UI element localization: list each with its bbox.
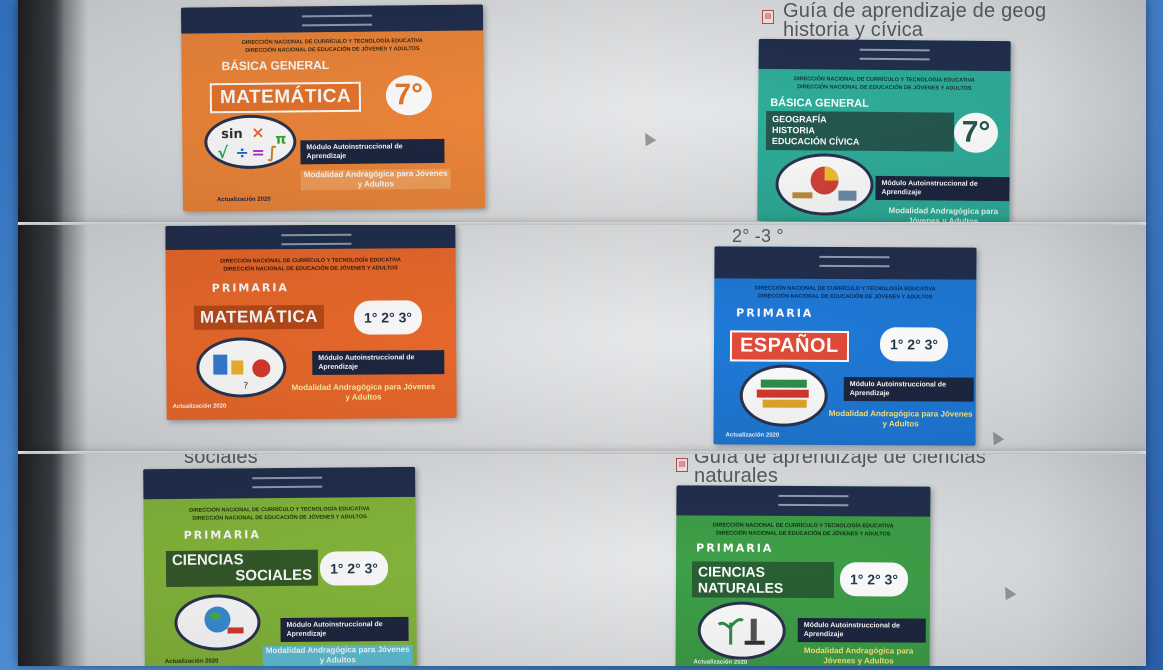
primaria-banner: PRIMARIA xyxy=(696,541,774,555)
institution-text: DIRECCIÓN NACIONAL DE CURRÍCULO Y TECNOL… xyxy=(241,38,423,54)
cover-header-bar xyxy=(143,466,416,500)
cover-header-bar xyxy=(758,38,1011,72)
module-label: Módulo Autoinstruccional de Aprendizaje xyxy=(280,616,409,642)
mouse-cursor-icon xyxy=(999,583,1017,601)
subject-title: CIENCIAS SOCIALES xyxy=(165,549,319,587)
caption-naturales: Guía de aprendizaje de ciencias naturale… xyxy=(694,454,986,487)
subject-title-line2: SOCIALES xyxy=(235,566,313,585)
subject-title-line1: CIENCIAS xyxy=(697,563,765,580)
cover-ciencias-sociales[interactable]: DIRECCIÓN NACIONAL DE CURRÍCULO Y TECNOL… xyxy=(143,466,417,666)
globe-scale-illustration xyxy=(775,153,874,216)
caption-espanol-grades: 2° -3 ° xyxy=(732,226,784,246)
svg-text:π: π xyxy=(275,131,286,147)
module-label: Módulo Autoinstruccional de Aprendizaje xyxy=(300,138,445,165)
primaria-banner: PRIMARIA xyxy=(211,281,289,295)
module-label: Módulo Autoinstruccional de Aprendizaje xyxy=(843,376,974,402)
math-symbols-illustration: sin × √ ÷ = ∫ π xyxy=(204,114,297,170)
caption-geografia: Guía de aprendizaje de geog historia y c… xyxy=(783,0,1047,41)
modality-label: Modalidad Andragógica para Jóvenes y Adu… xyxy=(803,646,914,666)
grade-numbers: 1° 2° 3° xyxy=(319,551,389,586)
mouse-cursor-icon xyxy=(987,428,1005,446)
plant-microscope-illustration xyxy=(697,601,786,660)
government-logo xyxy=(819,255,890,268)
institution-text: DIRECCIÓN NACIONAL DE CURRÍCULO Y TECNOL… xyxy=(189,506,370,522)
module-label: Módulo Autoinstruccional de Aprendizaje xyxy=(797,617,926,643)
modality-label: Modalidad Andragógica para Jóvenes y Adu… xyxy=(828,408,973,429)
subject-title-line2: NATURALES xyxy=(697,579,784,596)
grade-badge: 7° xyxy=(385,74,433,116)
photo-strip-top: Guía de aprendizaje de geog historia y c… xyxy=(18,0,1146,222)
grade-numbers: 1° 2° 3° xyxy=(879,327,949,362)
update-label: Actualización 2020 xyxy=(172,403,227,410)
module-label: Módulo Autoinstruccional de Aprendizaje xyxy=(312,350,445,375)
pdf-file-icon: ▤ xyxy=(676,458,688,472)
primaria-banner: PRIMARIA xyxy=(736,306,814,320)
photo-strip-bottom: sociales Guía de aprendizaje de ciencias… xyxy=(18,454,1146,666)
photo-strip-middle: 2° -3 ° DIRECCIÓN NACIONAL DE CURRÍCULO … xyxy=(18,225,1146,451)
subject-list: GEOGRAFÍA HISTORIA EDUCACIÓN CÍVICA xyxy=(765,110,955,152)
grade-numbers: 1° 2° 3° xyxy=(839,562,909,597)
svg-text:=: = xyxy=(251,143,265,162)
grade-numbers: 1° 2° 3° xyxy=(353,300,423,335)
cover-header-bar xyxy=(165,225,456,251)
svg-text:÷: ÷ xyxy=(235,143,249,162)
government-logo xyxy=(859,48,930,61)
cover-geografia-7[interactable]: DIRECCIÓN NACIONAL DE CURRÍCULO Y TECNOL… xyxy=(757,38,1011,222)
update-label: Actualización 2020 xyxy=(216,196,271,204)
modality-label: Modalidad Andragógica para Jóvenes y Adu… xyxy=(262,644,413,666)
pdf-file-icon: ▤ xyxy=(762,10,774,24)
institution-text: DIRECCIÓN NACIONAL DE CURRÍCULO Y TECNOL… xyxy=(754,285,936,301)
subject-title: ESPAÑOL xyxy=(729,330,849,363)
module-label: Módulo Autoinstruccional de Aprendizaje xyxy=(875,175,1010,202)
cover-espanol-primaria[interactable]: DIRECCIÓN NACIONAL DE CURRÍCULO Y TECNOL… xyxy=(713,246,977,446)
globe-illustration xyxy=(174,594,261,651)
level-label: BÁSICA GENERAL xyxy=(770,97,869,110)
modality-label: Modalidad Andragógica para Jóvenes y Adu… xyxy=(291,382,436,402)
svg-text:×: × xyxy=(251,123,265,142)
cover-header-bar xyxy=(180,4,484,34)
svg-text:sin: sin xyxy=(221,127,243,142)
update-label: Actualización 2020 xyxy=(164,658,219,666)
grade-badge: 7° xyxy=(953,112,999,153)
modality-label: Modalidad Andragógica para Jóvenes y Adu… xyxy=(888,206,999,222)
cover-matematica-primaria[interactable]: DIRECCIÓN NACIONAL DE CURRÍCULO Y TECNOL… xyxy=(165,225,457,421)
primaria-banner: PRIMARIA xyxy=(183,528,261,542)
subject-title: CIENCIAS NATURALES xyxy=(691,561,835,599)
svg-text:?: ? xyxy=(243,381,248,391)
modality-label: Modalidad Andragógica para Jóvenes y Adu… xyxy=(300,168,451,191)
subject-title: MATEMÁTICA xyxy=(209,81,362,114)
update-label: Actualización 2020 xyxy=(725,432,780,439)
government-logo xyxy=(301,14,372,27)
subject-title: MATEMÁTICA xyxy=(193,304,325,330)
institution-text: DIRECCIÓN NACIONAL DE CURRÍCULO Y TECNOL… xyxy=(220,257,401,273)
institution-text: DIRECCIÓN NACIONAL DE CURRÍCULO Y TECNOL… xyxy=(712,522,894,538)
school-supplies-illustration: ? xyxy=(196,337,287,398)
government-logo xyxy=(281,233,352,246)
cover-header-bar xyxy=(676,485,931,517)
update-label: Actualización 2020 xyxy=(693,659,748,666)
government-logo xyxy=(252,476,323,489)
level-label: BÁSICA GENERAL xyxy=(221,58,330,74)
svg-text:√: √ xyxy=(217,143,228,162)
cover-header-bar xyxy=(714,246,977,280)
mouse-cursor-icon xyxy=(639,129,657,147)
books-illustration xyxy=(739,364,828,427)
caption-sociales: sociales xyxy=(184,454,258,468)
cover-ciencias-naturales[interactable]: DIRECCIÓN NACIONAL DE CURRÍCULO Y TECNOL… xyxy=(675,485,931,666)
institution-text: DIRECCIÓN NACIONAL DE CURRÍCULO Y TECNOL… xyxy=(794,76,975,92)
government-logo xyxy=(777,494,849,507)
subject-civica: EDUCACIÓN CÍVICA xyxy=(771,136,860,147)
cover-matematica-7[interactable]: DIRECCIÓN NACIONAL DE CURRÍCULO Y TECNOL… xyxy=(180,4,486,212)
